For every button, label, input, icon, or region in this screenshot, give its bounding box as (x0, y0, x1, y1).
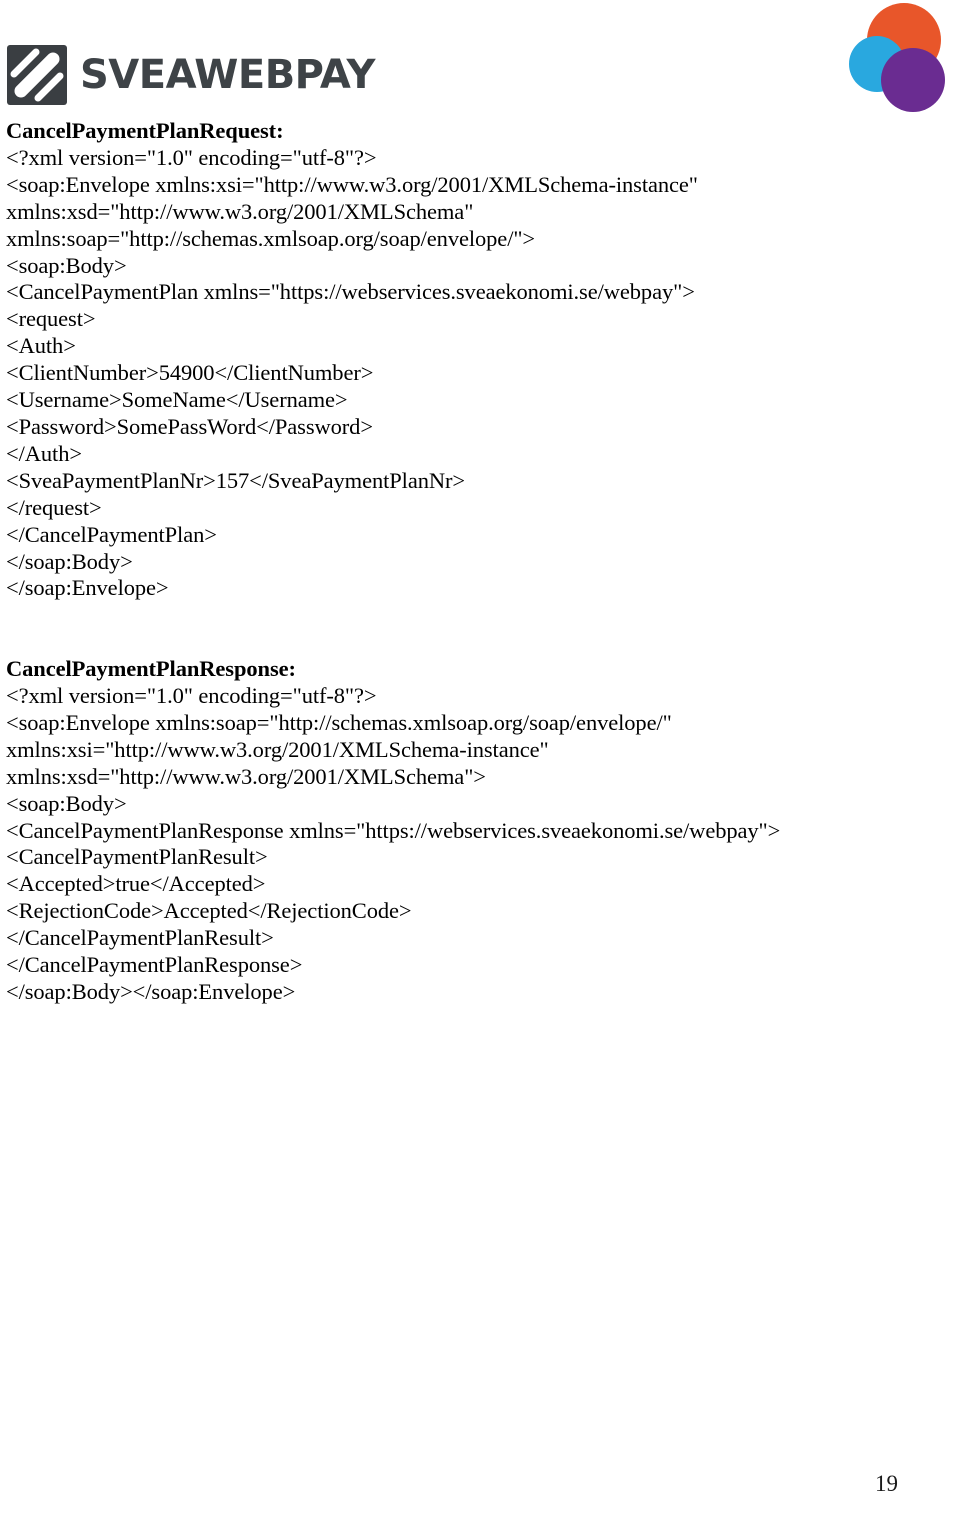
venn-circles-graphic (849, 3, 945, 112)
request-line: </Auth> (6, 440, 82, 466)
wordmark-text: SVEAWEBPAY (80, 52, 376, 98)
request-line: <Password>SomePassWord</Password> (6, 413, 373, 439)
response-line: xmlns:xsd="http://www.w3.org/2001/XMLSch… (6, 763, 486, 789)
venn-circle-purple (881, 48, 945, 112)
request-line: xmlns:soap="http://schemas.xmlsoap.org/s… (6, 225, 536, 251)
request-section: CancelPaymentPlanRequest: <?xml version=… (6, 118, 946, 602)
response-section-title: CancelPaymentPlanResponse: (6, 656, 296, 682)
response-line: <soap:Envelope xmlns:soap="http://schema… (6, 709, 672, 735)
page-header: SVEAWEBPAY (0, 0, 960, 118)
request-line: <Username>SomeName</Username> (6, 387, 348, 413)
request-section-title: CancelPaymentPlanRequest: (6, 118, 284, 143)
response-line: </CancelPaymentPlanResponse> (6, 952, 303, 978)
sveawebpay-wordmark: SVEAWEBPAY (80, 52, 377, 98)
request-line: </CancelPaymentPlan> (6, 521, 217, 547)
page-number: 19 (875, 1471, 898, 1496)
request-line: <soap:Envelope xmlns:xsi="http://www.w3.… (6, 171, 698, 197)
request-line: <SveaPaymentPlanNr>157</SveaPaymentPlanN… (6, 467, 465, 493)
response-line: <Accepted>true</Accepted> (6, 871, 266, 897)
request-line: </soap:Envelope> (6, 575, 169, 601)
response-line: </CancelPaymentPlanResult> (6, 925, 274, 951)
sveawebpay-logo: SVEAWEBPAY (6, 44, 410, 106)
response-line: <soap:Body> (6, 790, 127, 816)
document-body: CancelPaymentPlanRequest: <?xml version=… (6, 118, 946, 1006)
response-line: <RejectionCode>Accepted</RejectionCode> (6, 898, 412, 924)
request-line: <soap:Body> (6, 252, 127, 278)
request-line: <?xml version="1.0" encoding="utf-8"?> (6, 144, 377, 170)
response-line: <?xml version="1.0" encoding="utf-8"?> (6, 683, 377, 709)
request-line: <Auth> (6, 333, 76, 359)
request-line: <ClientNumber>54900</ClientNumber> (6, 360, 374, 386)
request-line: </request> (6, 494, 102, 520)
response-line: <CancelPaymentPlanResult> (6, 844, 268, 870)
response-line: </soap:Body></soap:Envelope> (6, 978, 296, 1004)
request-line: </soap:Body> (6, 548, 133, 574)
response-line: <CancelPaymentPlanResponse xmlns="https:… (6, 817, 781, 843)
sveawebpay-logo-mark (7, 45, 67, 105)
request-line: <request> (6, 306, 96, 332)
response-line: xmlns:xsi="http://www.w3.org/2001/XMLSch… (6, 736, 549, 762)
request-line: <CancelPaymentPlan xmlns="https://webser… (6, 279, 695, 305)
response-section: CancelPaymentPlanResponse: <?xml version… (6, 656, 946, 1006)
request-line: xmlns:xsd="http://www.w3.org/2001/XMLSch… (6, 198, 474, 224)
